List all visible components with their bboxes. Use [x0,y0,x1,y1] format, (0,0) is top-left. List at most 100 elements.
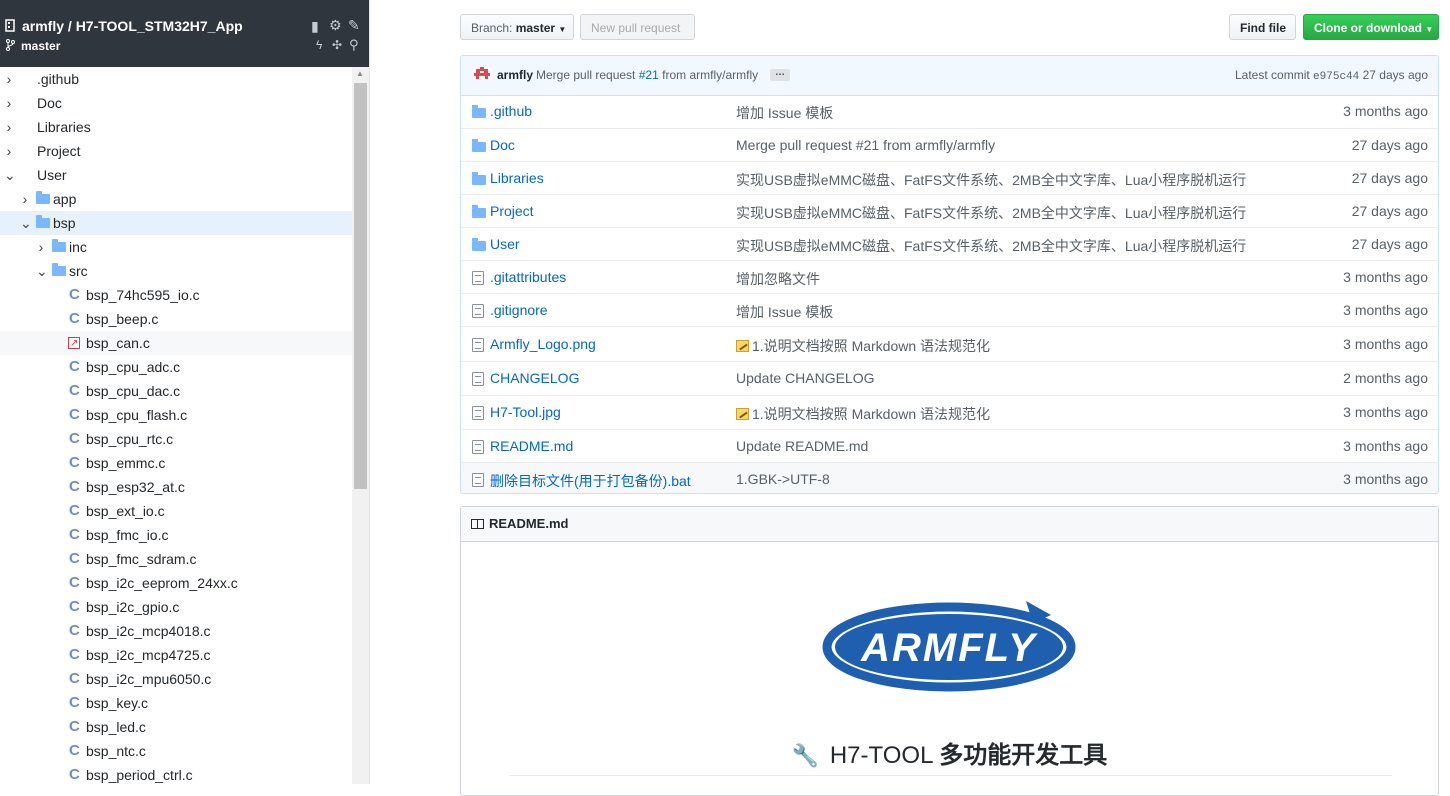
chevron-down-icon[interactable]: ⌄ [20,211,32,235]
tree-item[interactable]: Cbsp_i2c_gpio.c [0,595,352,619]
c-file-icon: C [69,358,80,375]
commit-message-link[interactable]: 实现USB虚拟eMMC磁盘、FatFS文件系统、2MB全中文字库、Lua小程序脱… [736,203,1246,223]
sidebar-scrollbar[interactable]: ▲ [352,67,369,784]
sidebar-scroll-thumb[interactable] [354,83,367,489]
tree-item[interactable]: Cbsp_esp32_at.c [0,475,352,499]
clone-download-button[interactable]: Clone or download ▼ [1303,14,1439,40]
tree-item[interactable]: › Project [0,139,352,163]
lightning-icon[interactable]: ϟ [316,38,322,52]
tree-item[interactable]: › .github [0,67,352,91]
tree-item[interactable]: Cbsp_led.c [0,715,352,739]
file-name-link[interactable]: 删除目标文件(用于打包备份).bat [490,471,691,491]
tree-item-label: bsp_i2c_mcp4018.c [86,623,211,639]
bookmark-icon[interactable]: ▮ [311,18,319,35]
tree-item[interactable]: Cbsp_fmc_io.c [0,523,352,547]
commit-message-link[interactable]: 增加 Issue 模板 [736,302,833,322]
tree-item[interactable]: › Libraries [0,115,352,139]
file-name-link[interactable]: .gitattributes [490,269,566,285]
commit-sha[interactable]: e975c44 [1313,71,1359,83]
file-name-link[interactable]: H7-Tool.jpg [490,404,561,420]
readme-panel: README.md ARMFLY 🔧 H7-TOOL 多功能开发工具 [460,506,1439,796]
file-name-link[interactable]: Libraries [490,170,544,186]
tree-item[interactable]: Cbsp_cpu_dac.c [0,379,352,403]
commit-pr-link[interactable]: #21 [639,68,659,82]
commit-message-text: 增加 Issue 模板 [736,304,834,320]
tree-item[interactable]: Cbsp_i2c_mcp4725.c [0,643,352,667]
tree-item-label: bsp_cpu_adc.c [86,359,181,375]
tree-item-label: bsp_fmc_io.c [86,527,169,543]
tree-item[interactable]: Cbsp_cpu_rtc.c [0,427,352,451]
commit-age: 3 months ago [1343,103,1428,119]
commit-author[interactable]: armfly [497,68,533,82]
tree-item[interactable]: Cbsp_cpu_adc.c [0,355,352,379]
tree-item[interactable]: Cbsp_fmc_sdram.c [0,547,352,571]
tree-item[interactable]: › inc [0,235,352,259]
file-name-link[interactable]: CHANGELOG [490,370,579,386]
file-name-link[interactable]: Doc [490,137,515,153]
file-icon [472,372,484,386]
pin-icon[interactable]: ✎ [348,17,360,34]
file-name-link[interactable]: Project [490,203,534,219]
tree-item[interactable]: › app [0,187,352,211]
commit-message-link[interactable]: 增加忽略文件 [736,269,820,289]
file-name-link[interactable]: .github [490,103,532,119]
file-icon [472,304,484,318]
tree-item[interactable]: Cbsp_beep.c [0,307,352,331]
file-name-link[interactable]: README.md [490,438,573,454]
tree-item-label: app [53,191,77,207]
chevron-down-icon[interactable]: ⌄ [4,163,16,187]
commit-message-link[interactable]: 1.GBK->UTF-8 [736,471,830,487]
commit-message-link[interactable]: 增加 Issue 模板 [736,103,833,123]
commit-message-link[interactable]: 1.说明文档按照 Markdown 语法规范化 [736,404,990,424]
tree-item[interactable]: bsp_can.c [0,331,352,356]
tree-item[interactable]: Cbsp_i2c_mcp4018.c [0,619,352,643]
clone-label: Clone or download [1314,21,1422,35]
commit-message-link[interactable]: Update README.md [736,438,868,454]
tree-item[interactable]: Cbsp_key.c [0,691,352,715]
file-name-link[interactable]: .gitignore [490,302,548,318]
search-icon[interactable]: ⚲ [349,37,359,53]
find-file-button[interactable]: Find file [1229,14,1296,40]
file-name-link[interactable]: Armfly_Logo.png [490,336,596,352]
commit-age: 2 months ago [1343,370,1428,386]
tree-item[interactable]: Cbsp_period_ctrl.c [0,763,352,784]
commit-expand-button[interactable]: … [770,68,790,81]
chevron-right-icon[interactable]: › [20,187,30,211]
tree-item[interactable]: Cbsp_i2c_mpu6050.c [0,667,352,691]
sidebar-repo-title[interactable]: armfly / H7-TOOL_STM32H7_App [22,18,243,34]
commit-message-link[interactable]: Merge pull request #21 from armfly/armfl… [736,137,995,153]
tree-item[interactable]: Cbsp_emmc.c [0,451,352,475]
chevron-right-icon[interactable]: › [36,235,46,259]
chevron-right-icon[interactable]: › [4,67,14,91]
file-name-link[interactable]: User [490,236,520,252]
wrench-icon: 🔧 [791,743,820,768]
commit-message-link[interactable]: Update CHANGELOG [736,370,875,386]
commit-message-link[interactable]: 实现USB虚拟eMMC磁盘、FatFS文件系统、2MB全中文字库、Lua小程序脱… [736,236,1246,256]
commit-message-link[interactable]: 实现USB虚拟eMMC磁盘、FatFS文件系统、2MB全中文字库、Lua小程序脱… [736,170,1246,190]
tree-item[interactable]: Cbsp_ext_io.c [0,499,352,523]
tree-item[interactable]: Cbsp_i2c_eeprom_24xx.c [0,571,352,595]
commit-message-link[interactable]: 1.说明文档按照 Markdown 语法规范化 [736,336,990,356]
new-pull-request-button[interactable]: New pull request [580,14,695,40]
tree-item[interactable]: Cbsp_74hc595_io.c [0,283,352,307]
tree-item[interactable]: ⌄ bsp [0,211,352,235]
folder-icon [472,205,486,218]
settings-alt-icon[interactable]: ✣ [332,38,342,52]
chevron-right-icon[interactable]: › [4,139,14,163]
latest-commit-info: Latest commit e975c44 27 days ago [1235,68,1428,83]
tree-item[interactable]: ⌄ User [0,163,352,187]
tree-item[interactable]: Cbsp_cpu_flash.c [0,403,352,427]
scroll-up-arrow-icon[interactable]: ▲ [356,69,364,78]
chevron-right-icon[interactable]: › [4,91,14,115]
tree-item[interactable]: › Doc [0,91,352,115]
avatar[interactable] [474,67,490,79]
branch-select-button[interactable]: Branch: master ▼ [460,14,574,40]
chevron-down-icon[interactable]: ⌄ [36,259,48,283]
folder-icon [52,263,66,276]
tree-item[interactable]: ⌄ src [0,259,352,283]
commit-message[interactable]: Merge pull request #21 from armfly/armfl… [536,68,758,82]
tree-item[interactable]: Cbsp_ntc.c [0,739,352,763]
chevron-right-icon[interactable]: › [4,115,14,139]
file-row: Doc Merge pull request #21 from armfly/ar… [461,128,1438,162]
gear-icon[interactable]: ⚙ [329,17,342,34]
